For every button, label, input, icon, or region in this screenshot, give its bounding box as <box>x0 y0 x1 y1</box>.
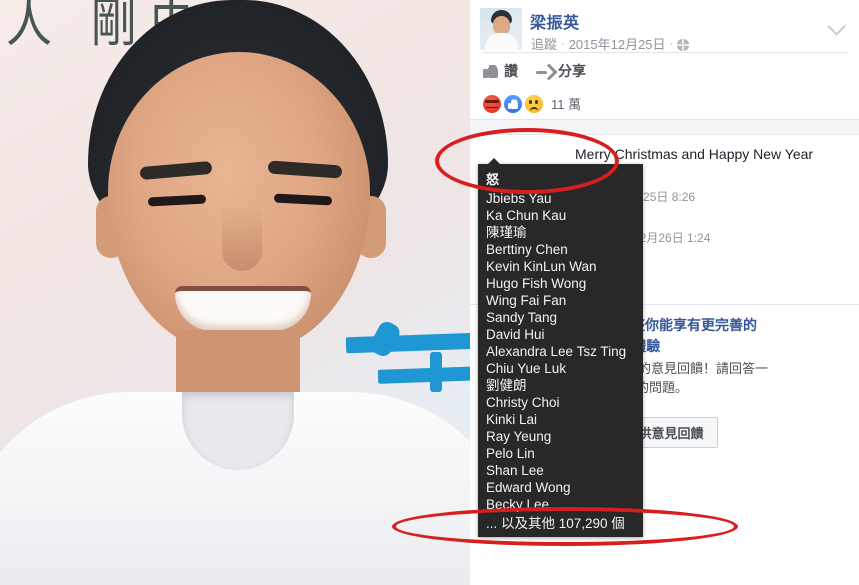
list-item: Becky Lee <box>486 497 550 512</box>
share-button-label: 分享 <box>558 63 586 79</box>
like-button-label: 讚 <box>504 63 518 79</box>
list-item: Ka Chun Kau <box>486 208 567 223</box>
reaction-count-label[interactable]: 11 萬 <box>551 94 581 113</box>
like-reaction-icon[interactable] <box>504 94 522 113</box>
post-header: 梁振英 追蹤 · 2015年12月25日 · <box>470 0 859 52</box>
reaction-summary[interactable]: 11 萬 <box>470 90 859 119</box>
sad-reaction-icon[interactable] <box>525 94 543 113</box>
share-button[interactable]: 分享 <box>536 61 586 81</box>
list-item: 陳瑾瑜 <box>486 225 527 240</box>
tooltip-footer-count: ... 以及其他 107,290 個 <box>486 516 625 531</box>
list-item: David Hui <box>486 327 545 342</box>
person-mouth <box>175 286 311 331</box>
tooltip-arrow <box>487 158 501 165</box>
meta-separator-2: · <box>669 37 674 50</box>
avatar-body <box>485 33 518 50</box>
angry-reaction-icon[interactable] <box>483 94 501 113</box>
comment-text: Merry Christmas and Happy New Year <box>575 146 814 162</box>
section-spacer <box>470 119 859 135</box>
like-button[interactable]: 讚 <box>483 61 518 81</box>
list-item: Shan Lee <box>486 463 544 478</box>
list-item: Berttiny Chen <box>486 242 568 257</box>
background-blue-graphic-d <box>430 352 442 392</box>
chevron-down-icon[interactable] <box>827 17 846 36</box>
list-item: 劉健朗 <box>486 378 527 393</box>
share-arrow-icon <box>536 64 552 78</box>
person-nose <box>222 205 262 271</box>
post-meta: 追蹤 · 2015年12月25日 · <box>531 34 690 53</box>
reaction-names-tooltip: 怒 Jbiebs Yau Ka Chun Kau 陳瑾瑜 Berttiny Ch… <box>478 158 643 537</box>
post-photo[interactable]: 人 剛虫 <box>0 0 470 585</box>
list-item: Chiu Yue Luk <box>486 361 567 376</box>
screenshot-root: 人 剛虫 梁振英 追蹤 · 2015年12月25日 · 讚 分享 11 萬 Me… <box>0 0 859 585</box>
list-item: Hugo Fish Wong <box>486 276 587 291</box>
tooltip-title: 怒 <box>486 172 500 187</box>
list-item: Kinki Lai <box>486 412 538 427</box>
post-author-name[interactable]: 梁振英 <box>530 9 580 33</box>
list-item: Kevin KinLun Wan <box>486 259 597 274</box>
list-item: Jbiebs Yau <box>486 191 552 206</box>
list-item: Wing Fai Fan <box>486 293 567 308</box>
follow-link[interactable]: 追蹤 <box>531 34 557 53</box>
list-item: Christy Choi <box>486 395 560 410</box>
avatar[interactable] <box>480 8 522 50</box>
meta-separator-1: · <box>561 37 565 50</box>
list-item: Alexandra Lee Tsz Ting <box>486 344 627 359</box>
post-action-bar: 讚 分享 <box>470 53 859 90</box>
list-item: Edward Wong <box>486 480 571 495</box>
list-item: Ray Yeung <box>486 429 552 444</box>
post-date[interactable]: 2015年12月25日 <box>569 34 666 53</box>
globe-icon[interactable] <box>677 38 690 51</box>
list-item: Sandy Tang <box>486 310 558 325</box>
list-item: Pelo Lin <box>486 446 535 461</box>
thumbs-up-icon <box>483 64 498 78</box>
tooltip-name-list: Jbiebs Yau Ka Chun Kau 陳瑾瑜 Berttiny Chen… <box>478 190 643 513</box>
